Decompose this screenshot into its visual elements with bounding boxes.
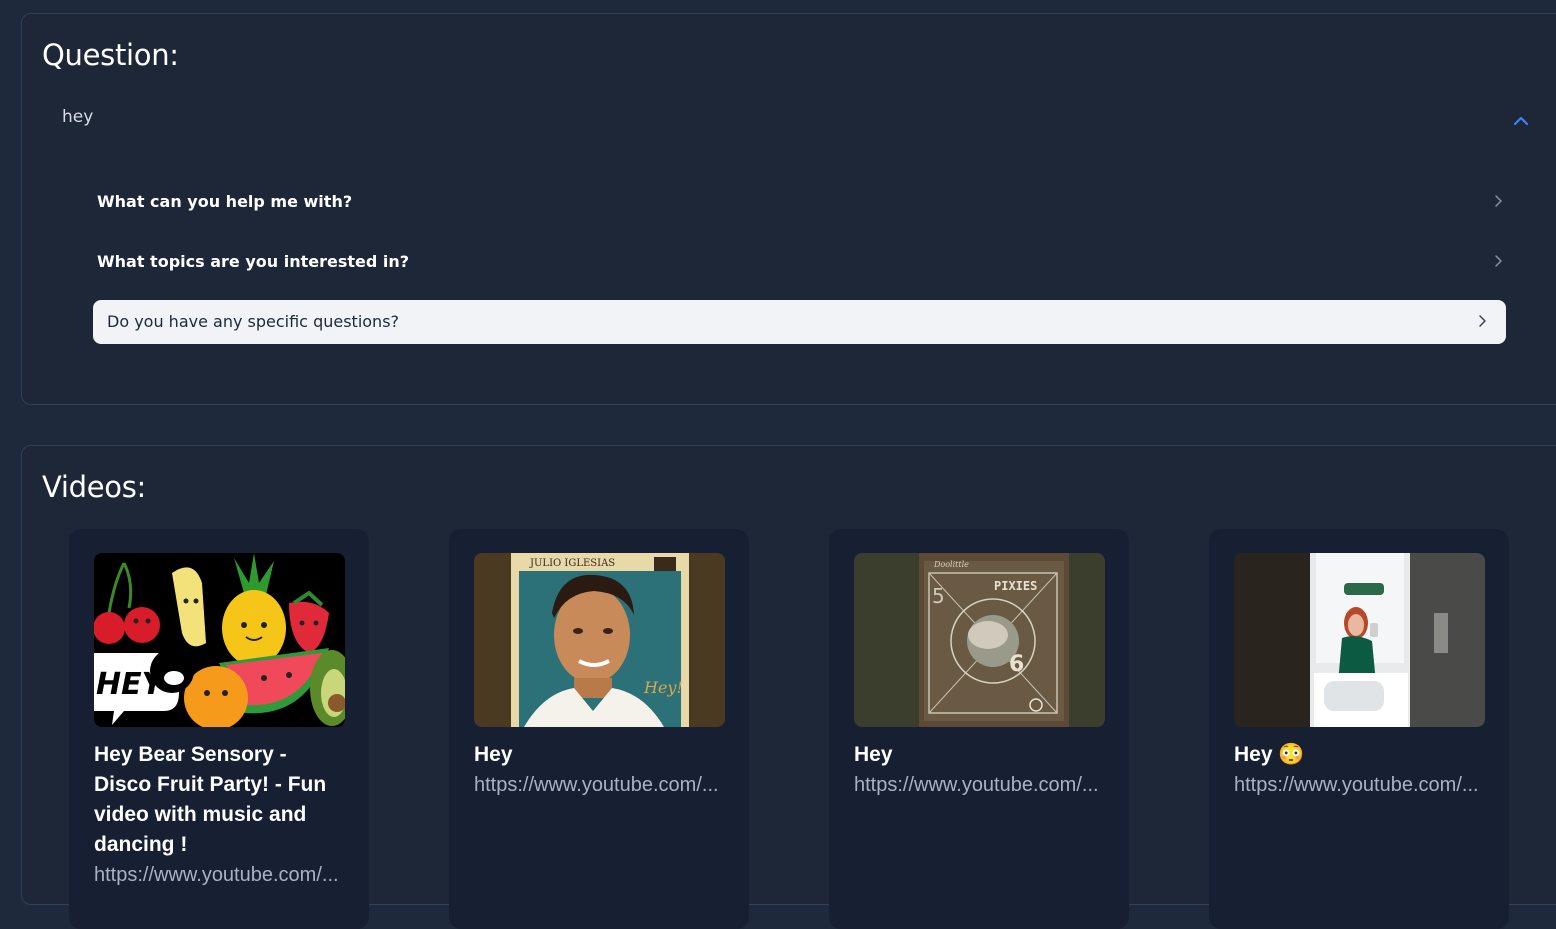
chevron-right-icon [1474, 313, 1490, 329]
chevron-up-icon[interactable] [1511, 111, 1531, 131]
chevron-right-icon [1490, 253, 1506, 269]
video-title[interactable]: Hey Bear Sensory - Disco Fruit Party! - … [94, 740, 346, 890]
video-thumbnail[interactable]: JULIO IGLESIAS Hey! [474, 553, 725, 727]
suggestion-item-selected[interactable]: Do you have any specific questions? [93, 300, 1506, 344]
query-row[interactable]: hey [62, 105, 1529, 133]
suggestion-item[interactable]: What topics are you interested in? [93, 240, 1506, 284]
video-title[interactable]: Hey https://www.youtube.com/... [474, 740, 726, 800]
suggestion-label: What can you help me with? [97, 192, 353, 211]
album-artist-text: JULIO IGLESIAS [529, 558, 615, 569]
video-card[interactable]: JULIO IGLESIAS Hey! Hey https://www.yout… [449, 529, 749, 929]
video-title[interactable]: Hey 😳 https://www.youtube.com/... [1234, 740, 1486, 800]
video-thumbnail[interactable]: PIXIES Doolittle 6 5 [854, 553, 1105, 727]
videos-panel: Videos: HEY Hey Bear Sensory - Disco Fru… [21, 445, 1556, 929]
svg-text:6: 6 [1009, 652, 1024, 677]
video-card[interactable]: Hey 😳 https://www.youtube.com/... [1209, 529, 1509, 929]
suggestion-item[interactable]: What can you help me with? [93, 180, 1506, 224]
video-thumbnail[interactable]: HEY [94, 553, 345, 727]
album-signature-text: Hey! [643, 678, 683, 697]
videos-heading: Videos: [42, 470, 147, 504]
chevron-right-icon [1490, 193, 1506, 209]
video-card[interactable]: HEY Hey Bear Sensory - Disco Fruit Party… [69, 529, 369, 929]
suggestion-label: Do you have any specific questions? [107, 312, 400, 331]
video-card[interactable]: PIXIES Doolittle 6 5 Hey https://www.you… [829, 529, 1129, 929]
question-heading: Question: [42, 38, 179, 72]
video-url[interactable]: https://www.youtube.com/... [94, 860, 344, 890]
album-title-text: Doolittle [933, 560, 969, 569]
video-url[interactable]: https://www.youtube.com/... [854, 770, 1104, 800]
video-title[interactable]: Hey https://www.youtube.com/... [854, 740, 1106, 800]
suggestion-label: What topics are you interested in? [97, 252, 410, 271]
question-panel: Question: hey What can you help me with?… [21, 13, 1556, 405]
query-text: hey [62, 107, 94, 127]
video-thumbnail[interactable] [1234, 553, 1485, 727]
album-band-text: PIXIES [994, 579, 1037, 593]
svg-text:5: 5 [932, 584, 945, 608]
video-url[interactable]: https://www.youtube.com/... [1234, 770, 1484, 800]
video-url[interactable]: https://www.youtube.com/... [474, 770, 724, 800]
